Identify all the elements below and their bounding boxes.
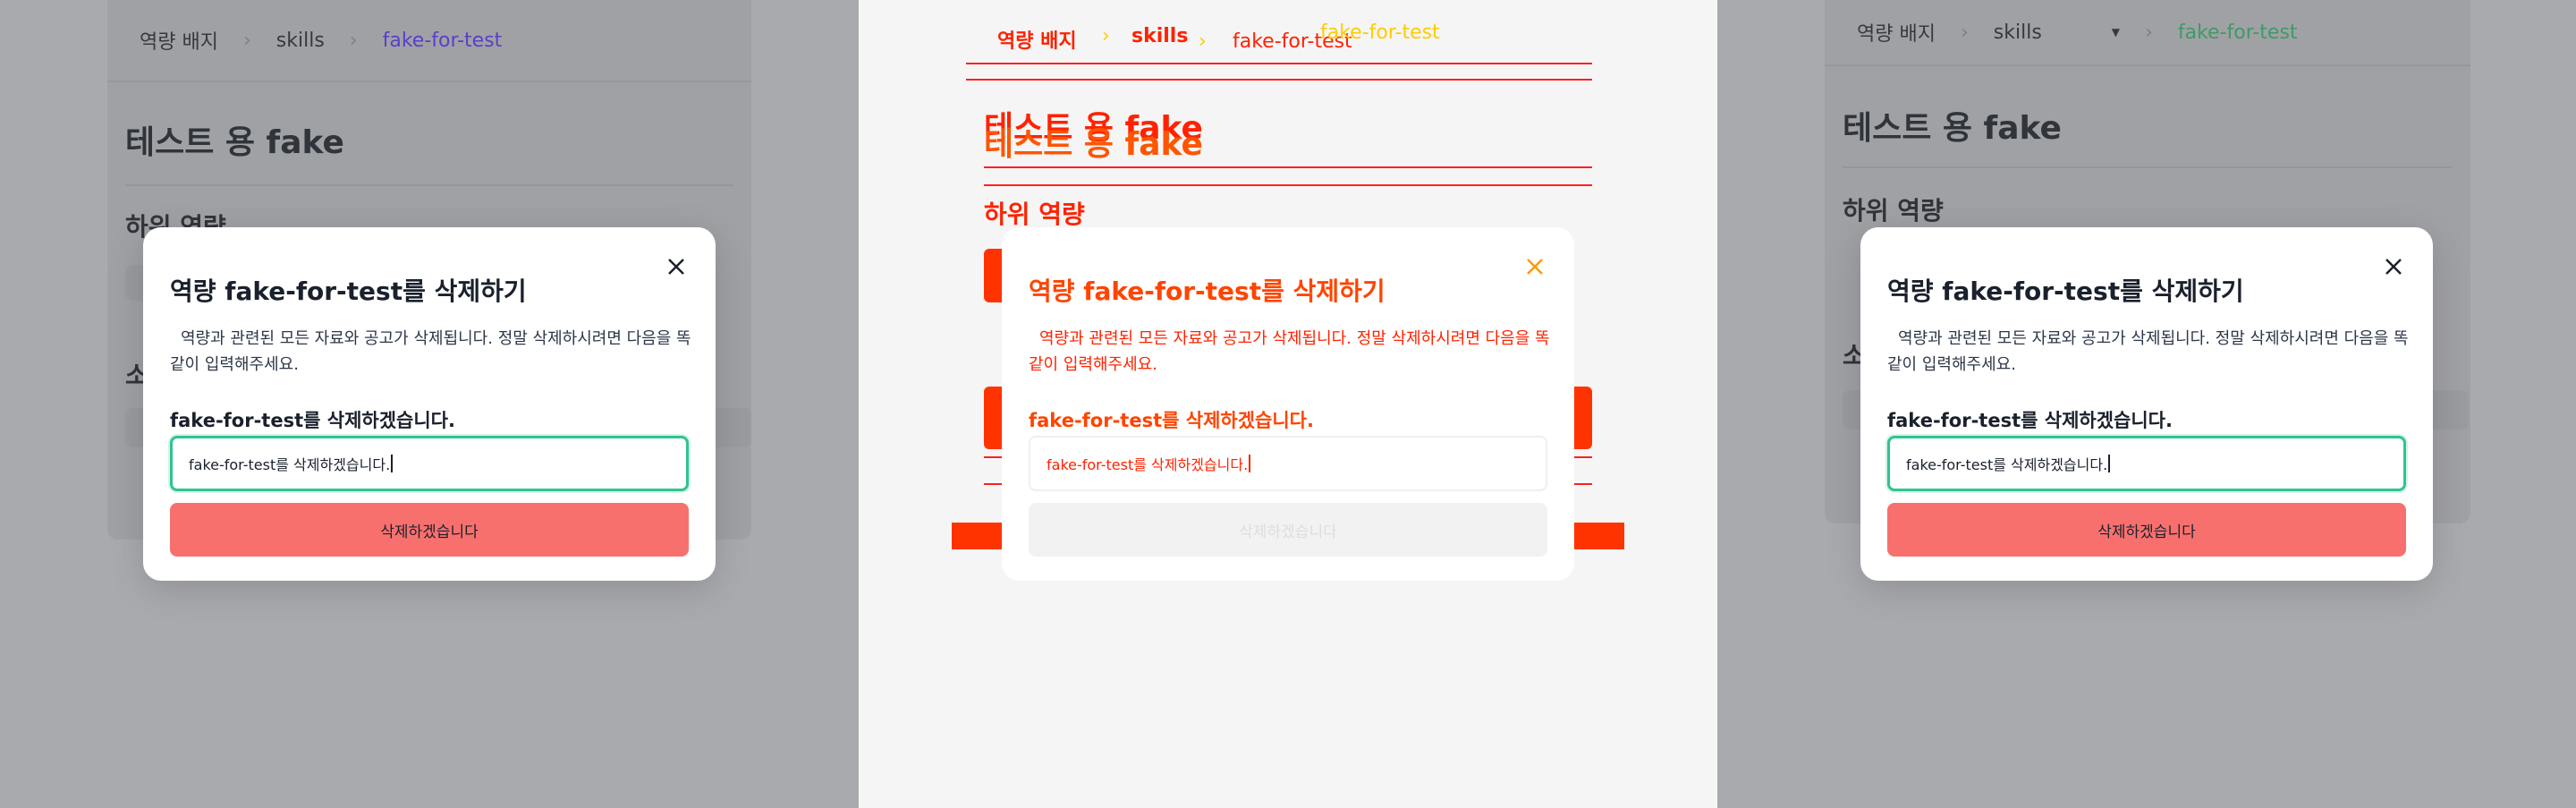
page-title: 테스트 용 fake: [125, 124, 344, 161]
diff-separator: ›: [1199, 30, 1207, 53]
close-icon[interactable]: [2379, 252, 2408, 281]
delete-button[interactable]: 삭제하겠습니다: [170, 503, 689, 557]
diff-breadcrumb-current-2: fake-for-test: [1320, 21, 1440, 44]
diff-separator: ›: [1102, 25, 1110, 47]
modal-description: 역량과 관련된 모든 자료와 공고가 삭제됩니다. 정말 삭제하시려면 다음을 …: [1887, 329, 2409, 374]
diff-modal-title: 역량 fake-for-test를 삭제하기: [1029, 276, 1385, 306]
close-icon[interactable]: [662, 252, 691, 281]
breadcrumb-mid[interactable]: skills: [1994, 21, 2042, 44]
diff-sub: 하위 역량: [984, 200, 1085, 229]
divider: [125, 184, 733, 186]
panel-left: 역량 배지 › skills › fake-for-test 테스트 용 fak…: [0, 0, 859, 808]
diff-title-2: 테스트 용 fake: [984, 126, 1203, 163]
page-title: 테스트 용 fake: [1843, 110, 2062, 147]
chevron-right-icon: ›: [1960, 21, 1969, 44]
panel-right: 역량 배지 › skills ▼ › fake-for-test 테스트 용 f…: [1717, 0, 2576, 808]
diff-modal: 역량 fake-for-test를 삭제하기 역량과 관련된 모든 자료와 공고…: [1002, 227, 1574, 581]
breadcrumb-current[interactable]: fake-for-test: [2178, 21, 2298, 44]
chevron-right-icon: ›: [349, 29, 358, 52]
close-icon: [1521, 252, 1549, 281]
divider: [1843, 166, 2453, 168]
breadcrumb-current[interactable]: fake-for-test: [383, 30, 503, 52]
diff-line: [966, 63, 1592, 64]
panel-diff: 역량 배지 › skills › fake-for-test fake-for-…: [859, 0, 1717, 808]
delete-button[interactable]: 삭제하겠습니다: [1887, 503, 2406, 557]
diff-confirm-label: fake-for-test를 삭제하겠습니다.: [1029, 410, 1314, 431]
diff-line: [984, 166, 1592, 168]
confirm-input[interactable]: fake-for-test를 삭제하겠습니다.: [1887, 436, 2406, 491]
caret-down-icon[interactable]: ▼: [2112, 26, 2120, 38]
confirm-input[interactable]: fake-for-test를 삭제하겠습니다.: [170, 436, 689, 491]
diff-confirm-input: fake-for-test를 삭제하겠습니다.: [1029, 436, 1547, 491]
breadcrumb-root[interactable]: 역량 배지: [140, 26, 218, 55]
diff-breadcrumb-mid: skills: [1131, 25, 1189, 47]
diff-delete-button: 삭제하겠습니다: [1029, 503, 1547, 557]
modal-title: 역량 fake-for-test를 삭제하기: [1887, 276, 2244, 306]
diff-modal-description: 역량과 관련된 모든 자료와 공고가 삭제됩니다. 정말 삭제하시려면 다음을 …: [1029, 329, 1550, 374]
section-title-sub: 하위 역량: [1843, 196, 1944, 225]
chevron-right-icon: ›: [2145, 21, 2153, 44]
breadcrumb-root[interactable]: 역량 배지: [1857, 18, 1936, 47]
confirm-label: fake-for-test를 삭제하겠습니다.: [1887, 410, 2173, 431]
breadcrumb: 역량 배지 › skills ▼ › fake-for-test: [1825, 0, 2470, 66]
delete-modal: 역량 fake-for-test를 삭제하기 역량과 관련된 모든 자료와 공고…: [143, 227, 716, 581]
modal-title: 역량 fake-for-test를 삭제하기: [170, 276, 527, 306]
diff-line: [966, 79, 1592, 81]
modal-description: 역량과 관련된 모든 자료와 공고가 삭제됩니다. 정말 삭제하시려면 다음을 …: [170, 329, 691, 374]
breadcrumb-mid[interactable]: skills: [276, 30, 325, 52]
breadcrumb: 역량 배지 › skills › fake-for-test: [107, 0, 751, 82]
diff-breadcrumb-root: 역량 배지: [997, 30, 1077, 53]
delete-modal: 역량 fake-for-test를 삭제하기 역량과 관련된 모든 자료와 공고…: [1860, 227, 2433, 581]
confirm-label: fake-for-test를 삭제하겠습니다.: [170, 410, 455, 431]
chevron-right-icon: ›: [242, 29, 251, 52]
diff-line: [984, 184, 1592, 186]
